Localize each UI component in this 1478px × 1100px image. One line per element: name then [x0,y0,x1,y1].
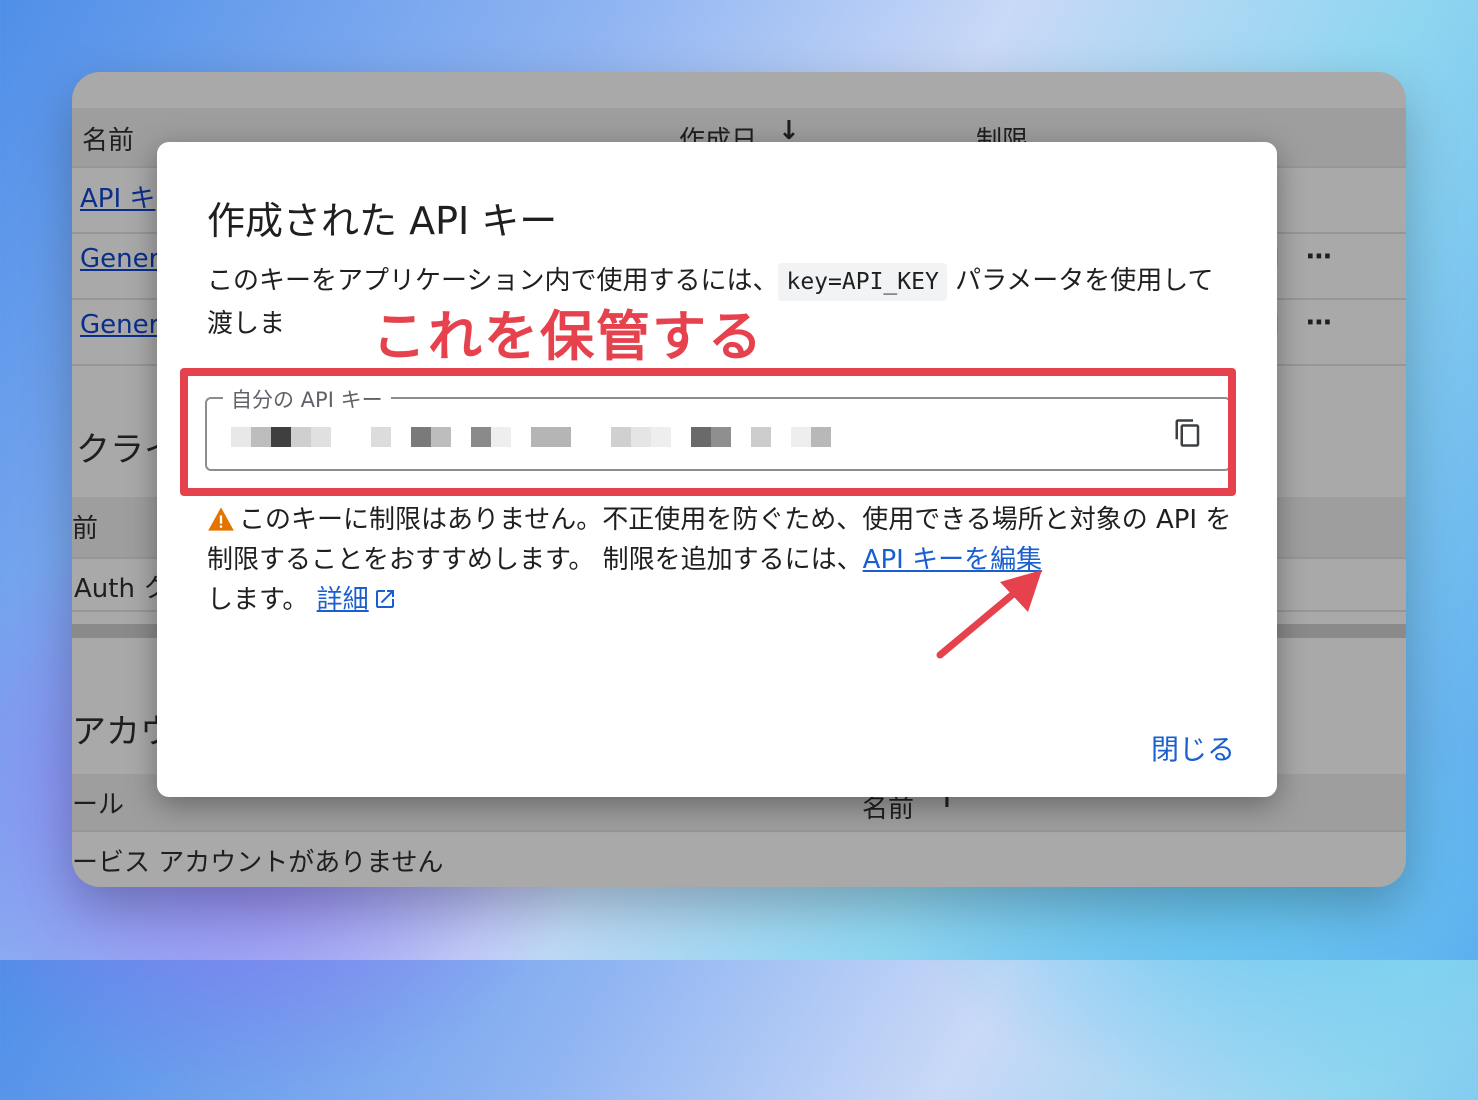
external-link-icon[interactable] [373,587,397,611]
restriction-warning: このキーに制限はありません。不正使用を防ぐため、使用できる場所と対象の API … [207,500,1237,620]
annotation-highlight-box [180,368,1236,496]
column-header-name[interactable]: 名前 [82,120,134,157]
warning-text: このキーに制限はありません。不正使用を防ぐため、使用できる場所と対象の API … [207,505,1232,575]
table-row-link[interactable]: API キ [80,178,155,215]
close-button[interactable]: 閉じる [1149,724,1237,772]
warning-icon [208,507,234,531]
code-snippet: key=API_KEY [778,263,947,301]
column-header: 前 [72,514,99,544]
empty-state-text: ービス アカウントがありません [72,848,444,878]
table-row[interactable]: Auth ク [74,568,169,605]
more-icon[interactable]: ⋯ [1306,308,1332,338]
column-header: ール [72,790,125,820]
details-link[interactable]: 詳細 [317,585,369,615]
warning-suffix: します。 [207,585,317,615]
more-icon[interactable]: ⋯ [1306,242,1332,272]
dialog-title: 作成された API キー [207,199,558,243]
annotation-arrow-icon [936,570,1042,659]
annotation-label: これを保管する [371,304,764,370]
